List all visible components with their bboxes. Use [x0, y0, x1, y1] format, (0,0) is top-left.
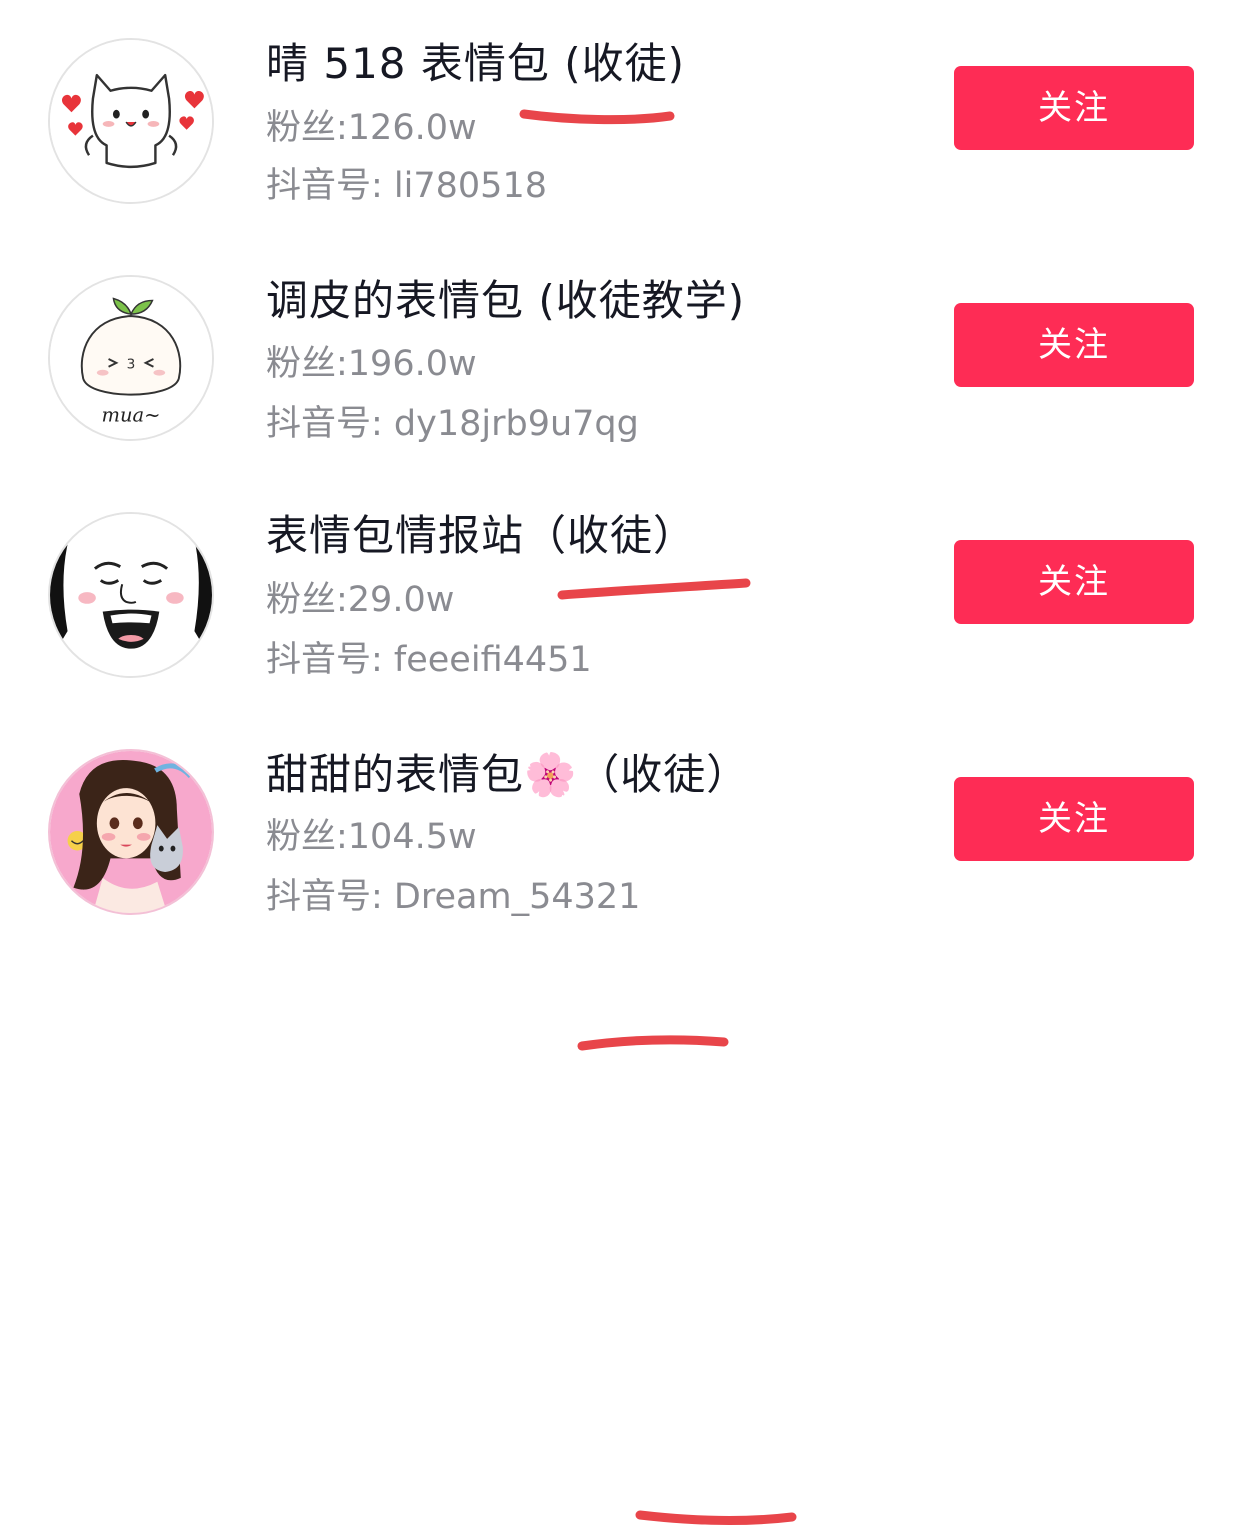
sprout-blob-icon: 3 mua~ [50, 277, 212, 439]
douyin-id: 抖音号: Dream_54321 [266, 877, 641, 917]
panda-face-meme-avatar[interactable] [48, 512, 214, 678]
annotation-underline [635, 1510, 797, 1526]
account-name: 甜甜的表情包🌸（收徒） [266, 750, 750, 799]
sprout-blob-mua-avatar[interactable]: 3 mua~ [48, 275, 214, 441]
follow-button[interactable]: 关注 [954, 66, 1194, 150]
annotation-underline [519, 109, 675, 125]
girl-with-cat-avatar[interactable] [48, 749, 214, 915]
account-row[interactable]: 甜甜的表情包🌸（收徒） 粉丝:104.5w 抖音号: Dream_54321 关… [0, 711, 1242, 1526]
account-row[interactable]: 表情包情报站（收徒） 粉丝:29.0w 抖音号: feeeifi4451 关注 [0, 474, 1242, 1051]
follow-button[interactable]: 关注 [954, 303, 1194, 387]
follower-count: 粉丝:126.0w [266, 108, 477, 148]
account-row[interactable]: 晴 518 表情包 (收徒) 粉丝:126.0w 抖音号: li780518 关… [0, 0, 1242, 237]
account-name: 表情包情报站（收徒） [266, 511, 697, 560]
follower-count: 粉丝:29.0w [266, 580, 455, 620]
douyin-id: 抖音号: li780518 [266, 166, 547, 206]
follower-count: 粉丝:104.5w [266, 817, 477, 857]
annotation-underline [577, 1035, 729, 1051]
account-name: 调皮的表情包 (收徒教学) [266, 276, 746, 325]
cat-icon [50, 40, 212, 202]
account-list: 晴 518 表情包 (收徒) 粉丝:126.0w 抖音号: li780518 关… [0, 0, 1242, 1526]
mua-label: mua~ [101, 403, 160, 426]
svg-text:3: 3 [127, 357, 136, 373]
white-cat-hearts-avatar[interactable] [48, 38, 214, 204]
follow-button[interactable]: 关注 [954, 540, 1194, 624]
follow-button[interactable]: 关注 [954, 777, 1194, 861]
follower-count: 粉丝:196.0w [266, 344, 477, 384]
panda-face-icon [50, 514, 212, 676]
account-row[interactable]: 3 mua~ 调皮的表情包 (收徒教学) 粉丝:196.0w 抖音号: dy18… [0, 237, 1242, 600]
girl-cat-icon [50, 751, 212, 913]
account-name: 晴 518 表情包 (收徒) [266, 39, 685, 88]
douyin-id: 抖音号: feeeifi4451 [266, 640, 592, 680]
douyin-id: 抖音号: dy18jrb9u7qg [266, 404, 639, 444]
